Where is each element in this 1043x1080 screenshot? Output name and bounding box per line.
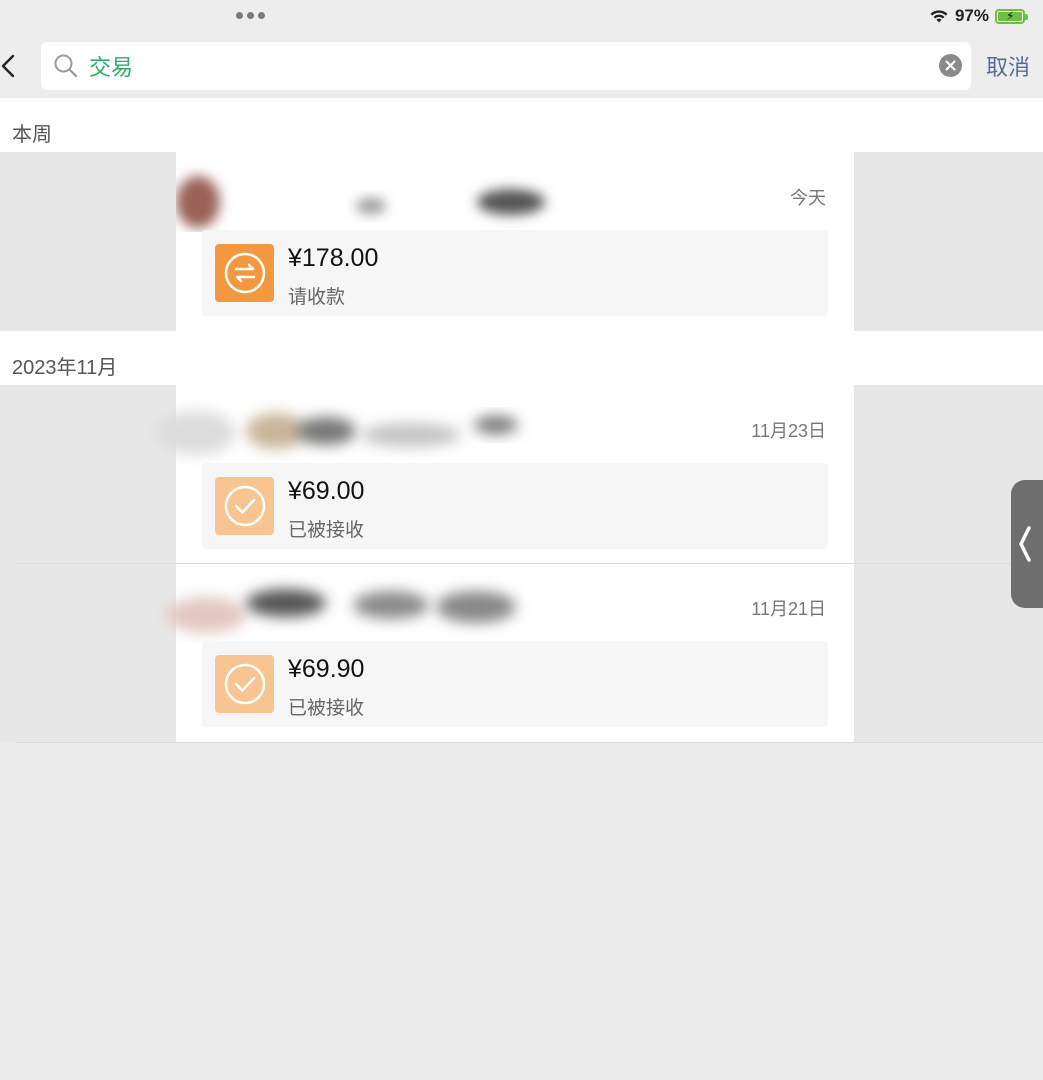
- cancel-button[interactable]: 取消: [986, 50, 1030, 82]
- transaction-record[interactable]: 今天 ¥178.00 请收款: [176, 152, 854, 330]
- transaction-record[interactable]: 11月23日 ¥69.00 已被接收: [156, 385, 854, 563]
- wifi-icon: [930, 10, 948, 23]
- search-icon: [54, 54, 78, 78]
- record-date: 11月23日: [751, 421, 826, 441]
- transfer-status: 已被接收: [288, 520, 365, 541]
- clear-search-button[interactable]: [939, 54, 962, 77]
- transfer-icon-container: [215, 244, 274, 302]
- transaction-record[interactable]: 11月21日 ¥69.90 已被接收: [166, 563, 854, 741]
- side-panel-handle[interactable]: [1011, 480, 1043, 608]
- sender-name-blurred: [176, 176, 545, 228]
- back-button[interactable]: [0, 50, 22, 82]
- section-header-nov-2023: 2023年11月: [0, 331, 1043, 385]
- search-header: 取消: [0, 34, 1043, 98]
- divider: [16, 742, 1043, 743]
- clear-icon: [945, 60, 956, 71]
- transfer-status: 请收款: [288, 287, 346, 308]
- transfer-status: 已被接收: [288, 698, 365, 719]
- check-icon: [224, 663, 265, 705]
- multitasking-dots-icon[interactable]: [236, 12, 265, 19]
- transfer-arrows-icon: [224, 252, 265, 294]
- status-indicators: 97% ⚡: [929, 6, 1028, 26]
- transfer-card[interactable]: ¥69.90 已被接收: [202, 641, 828, 727]
- transfer-amount: ¥178.00: [288, 244, 379, 272]
- battery-percentage: 97%: [954, 6, 989, 25]
- transfer-icon-container: [215, 477, 274, 535]
- record-list: 今天 ¥178.00 请收款: [176, 152, 854, 331]
- section-body-this-week: 今天 ¥178.00 请收款: [0, 152, 1043, 331]
- divider: [16, 563, 1043, 564]
- section-header-this-week: 本周: [0, 98, 1043, 152]
- transfer-card[interactable]: ¥69.00 已被接收: [202, 463, 828, 549]
- record-date: 11月21日: [751, 599, 826, 619]
- chevron-left-icon: [1, 54, 15, 78]
- transfer-icon-container: [215, 655, 274, 713]
- record-date: 今天: [790, 188, 826, 208]
- chevron-left-icon: [1019, 526, 1031, 562]
- transfer-amount: ¥69.00: [288, 477, 365, 505]
- battery-charging-icon: ⚡: [995, 8, 1028, 24]
- sender-name-blurred: [156, 411, 518, 455]
- transfer-card[interactable]: ¥178.00 请收款: [202, 230, 828, 316]
- search-input[interactable]: [89, 42, 909, 90]
- search-box[interactable]: [41, 42, 971, 90]
- status-bar: 97% ⚡: [0, 0, 1043, 34]
- transfer-amount: ¥69.90: [288, 655, 365, 683]
- sender-name-blurred: [166, 589, 516, 633]
- check-icon: [224, 485, 265, 527]
